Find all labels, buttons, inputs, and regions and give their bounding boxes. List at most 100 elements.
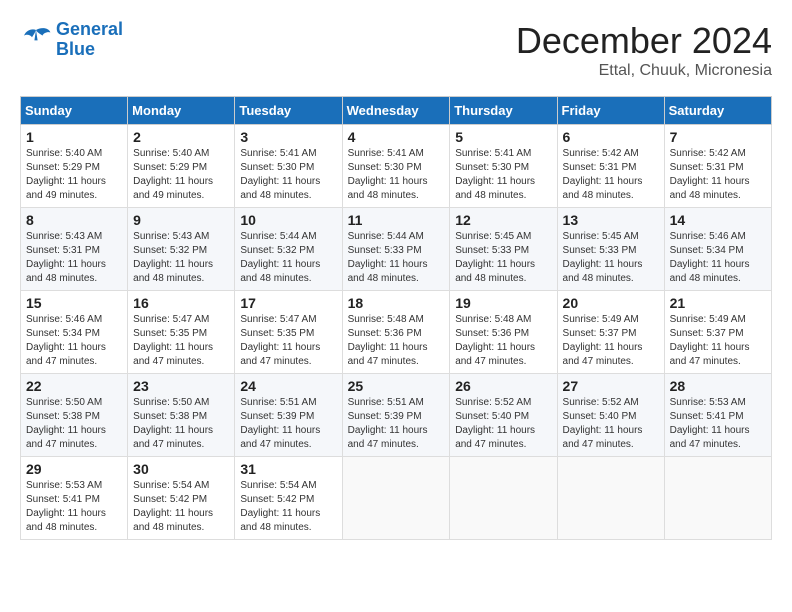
weekday-header-saturday: Saturday [664,97,771,125]
day-info: Sunrise: 5:41 AMSunset: 5:30 PMDaylight:… [455,147,551,203]
calendar-cell: 30Sunrise: 5:54 AMSunset: 5:42 PMDayligh… [128,457,235,540]
calendar-cell: 26 Sunrise: 5:52 AMSunset: 5:40 PMDayligh… [450,374,557,457]
calendar-cell: 3Sunrise: 5:41 AMSunset: 5:30 PMDaylight… [235,125,342,208]
title-block: December 2024 Ettal, Chuuk, Micronesia [516,20,772,80]
day-info: Sunrise: 5:49 AMSunset: 5:37 PMDaylight:… [670,313,766,369]
calendar-cell [664,457,771,540]
day-number: 7 [670,129,766,145]
day-number: 20 [563,295,659,311]
day-info: Sunrise: 5:51 AMSunset: 5:39 PMDaylight:… [240,396,336,452]
calendar-cell: 28 Sunrise: 5:53 AMSunset: 5:41 PMDayligh… [664,374,771,457]
weekday-header-tuesday: Tuesday [235,97,342,125]
weekday-header-wednesday: Wednesday [342,97,450,125]
day-info: Sunrise: 5:48 AMSunset: 5:36 PMDaylight:… [348,313,445,369]
logo-text: General Blue [56,20,123,60]
day-info: Sunrise: 5:54 AMSunset: 5:42 PMDaylight:… [240,479,336,535]
day-number: 21 [670,295,766,311]
day-number: 19 [455,295,551,311]
day-info: Sunrise: 5:52 AMSunset: 5:40 PMDaylight:… [563,396,659,452]
day-info: Sunrise: 5:47 AMSunset: 5:35 PMDaylight:… [240,313,336,369]
day-info: Sunrise: 5:50 AMSunset: 5:38 PMDaylight:… [26,396,122,452]
calendar-cell: 22 Sunrise: 5:50 AMSunset: 5:38 PMDayligh… [21,374,128,457]
calendar-cell: 31 Sunrise: 5:54 AMSunset: 5:42 PMDayligh… [235,457,342,540]
day-number: 8 [26,212,122,228]
calendar-cell: 21 Sunrise: 5:49 AMSunset: 5:37 PMDayligh… [664,291,771,374]
day-number: 31 [240,461,336,477]
calendar-cell: 2 Sunrise: 5:40 AMSunset: 5:29 PMDaylight… [128,125,235,208]
day-info: Sunrise: 5:50 AMSunset: 5:38 PMDaylight:… [133,396,229,452]
day-info: Sunrise: 5:45 AMSunset: 5:33 PMDaylight:… [563,230,659,286]
calendar-cell: 24 Sunrise: 5:51 AMSunset: 5:39 PMDayligh… [235,374,342,457]
calendar-cell: 17Sunrise: 5:47 AMSunset: 5:35 PMDayligh… [235,291,342,374]
calendar-cell: 18 Sunrise: 5:48 AMSunset: 5:36 PMDayligh… [342,291,450,374]
day-info: Sunrise: 5:40 AMSunset: 5:29 PMDaylight:… [26,147,122,203]
day-number: 29 [26,461,122,477]
calendar-cell: 25Sunrise: 5:51 AMSunset: 5:39 PMDayligh… [342,374,450,457]
week-row-2: 15Sunrise: 5:46 AMSunset: 5:34 PMDayligh… [21,291,772,374]
day-number: 25 [348,378,445,394]
calendar-cell: 4 Sunrise: 5:41 AMSunset: 5:30 PMDaylight… [342,125,450,208]
weekday-header-monday: Monday [128,97,235,125]
day-number: 9 [133,212,229,228]
calendar-cell: 6Sunrise: 5:42 AMSunset: 5:31 PMDaylight… [557,125,664,208]
calendar-cell: 13 Sunrise: 5:45 AMSunset: 5:33 PMDayligh… [557,208,664,291]
day-info: Sunrise: 5:53 AMSunset: 5:41 PMDaylight:… [670,396,766,452]
day-number: 11 [348,212,445,228]
calendar-cell: 1 Sunrise: 5:40 AMSunset: 5:29 PMDaylight… [21,125,128,208]
calendar-cell: 7 Sunrise: 5:42 AMSunset: 5:31 PMDaylight… [664,125,771,208]
calendar-cell: 16 Sunrise: 5:47 AMSunset: 5:35 PMDayligh… [128,291,235,374]
calendar-cell: 11 Sunrise: 5:44 AMSunset: 5:33 PMDayligh… [342,208,450,291]
day-info: Sunrise: 5:40 AMSunset: 5:29 PMDaylight:… [133,147,229,203]
weekday-header-friday: Friday [557,97,664,125]
day-number: 26 [455,378,551,394]
day-number: 12 [455,212,551,228]
day-info: Sunrise: 5:42 AMSunset: 5:31 PMDaylight:… [670,147,766,203]
day-number: 24 [240,378,336,394]
calendar-cell [342,457,450,540]
day-info: Sunrise: 5:43 AMSunset: 5:32 PMDaylight:… [133,230,229,286]
logo-icon [20,26,52,54]
day-info: Sunrise: 5:52 AMSunset: 5:40 PMDaylight:… [455,396,551,452]
week-row-1: 8 Sunrise: 5:43 AMSunset: 5:31 PMDaylight… [21,208,772,291]
calendar-cell: 19 Sunrise: 5:48 AMSunset: 5:36 PMDayligh… [450,291,557,374]
day-number: 13 [563,212,659,228]
day-info: Sunrise: 5:43 AMSunset: 5:31 PMDaylight:… [26,230,122,286]
day-number: 14 [670,212,766,228]
day-number: 2 [133,129,229,145]
day-info: Sunrise: 5:53 AMSunset: 5:41 PMDaylight:… [26,479,122,535]
day-number: 18 [348,295,445,311]
calendar-cell: 10 Sunrise: 5:44 AMSunset: 5:32 PMDayligh… [235,208,342,291]
day-number: 16 [133,295,229,311]
day-info: Sunrise: 5:48 AMSunset: 5:36 PMDaylight:… [455,313,551,369]
day-number: 30 [133,461,229,477]
page-header: General Blue December 2024 Ettal, Chuuk,… [20,20,772,80]
calendar-cell: 27 Sunrise: 5:52 AMSunset: 5:40 PMDayligh… [557,374,664,457]
month-title: December 2024 [516,20,772,62]
day-info: Sunrise: 5:49 AMSunset: 5:37 PMDaylight:… [563,313,659,369]
day-number: 23 [133,378,229,394]
day-number: 28 [670,378,766,394]
day-info: Sunrise: 5:41 AMSunset: 5:30 PMDaylight:… [348,147,445,203]
day-number: 22 [26,378,122,394]
day-info: Sunrise: 5:44 AMSunset: 5:32 PMDaylight:… [240,230,336,286]
day-number: 1 [26,129,122,145]
calendar-cell: 5Sunrise: 5:41 AMSunset: 5:30 PMDaylight… [450,125,557,208]
day-number: 10 [240,212,336,228]
day-number: 4 [348,129,445,145]
day-info: Sunrise: 5:47 AMSunset: 5:35 PMDaylight:… [133,313,229,369]
weekday-header-sunday: Sunday [21,97,128,125]
week-row-3: 22 Sunrise: 5:50 AMSunset: 5:38 PMDayligh… [21,374,772,457]
calendar-cell: 12Sunrise: 5:45 AMSunset: 5:33 PMDayligh… [450,208,557,291]
calendar-table: SundayMondayTuesdayWednesdayThursdayFrid… [20,96,772,540]
calendar-cell: 15Sunrise: 5:46 AMSunset: 5:34 PMDayligh… [21,291,128,374]
week-row-4: 29 Sunrise: 5:53 AMSunset: 5:41 PMDayligh… [21,457,772,540]
calendar-cell: 20 Sunrise: 5:49 AMSunset: 5:37 PMDayligh… [557,291,664,374]
logo: General Blue [20,20,123,60]
day-info: Sunrise: 5:44 AMSunset: 5:33 PMDaylight:… [348,230,445,286]
day-info: Sunrise: 5:46 AMSunset: 5:34 PMDaylight:… [670,230,766,286]
calendar-cell [557,457,664,540]
day-number: 27 [563,378,659,394]
calendar-cell: 14 Sunrise: 5:46 AMSunset: 5:34 PMDayligh… [664,208,771,291]
calendar-cell: 9 Sunrise: 5:43 AMSunset: 5:32 PMDaylight… [128,208,235,291]
day-info: Sunrise: 5:42 AMSunset: 5:31 PMDaylight:… [563,147,659,203]
